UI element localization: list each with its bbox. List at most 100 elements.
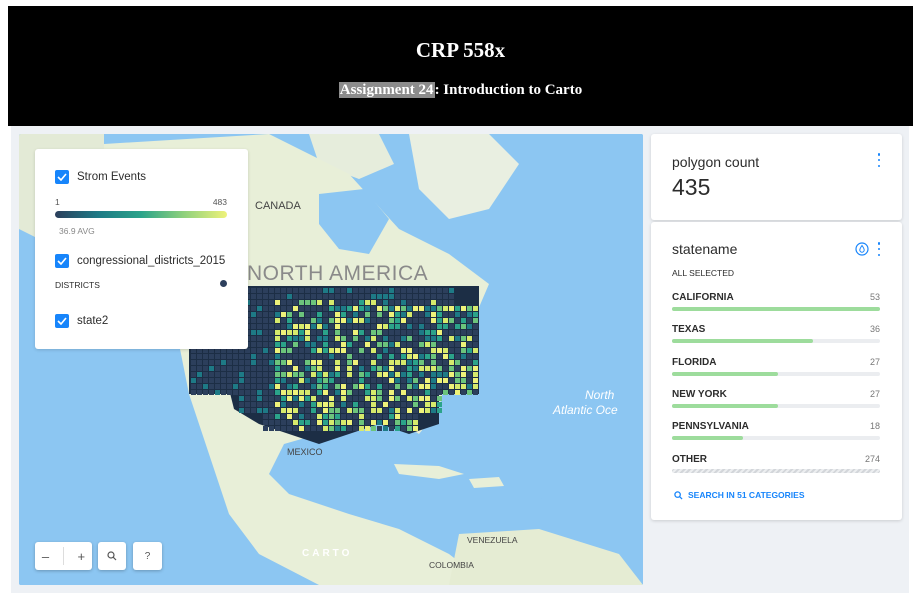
- grid-cell[interactable]: [251, 354, 256, 359]
- grid-cell[interactable]: [395, 402, 400, 407]
- grid-cell[interactable]: [263, 384, 268, 389]
- grid-cell[interactable]: [203, 372, 208, 377]
- grid-cell[interactable]: [257, 390, 262, 395]
- grid-cell[interactable]: [413, 384, 418, 389]
- grid-cell[interactable]: [419, 366, 424, 371]
- grid-cell[interactable]: [323, 312, 328, 317]
- grid-cell[interactable]: [419, 396, 424, 401]
- grid-cell[interactable]: [227, 366, 232, 371]
- grid-cell[interactable]: [437, 288, 442, 293]
- grid-cell[interactable]: [269, 396, 274, 401]
- grid-cell[interactable]: [263, 300, 268, 305]
- grid-cell[interactable]: [377, 348, 382, 353]
- grid-cell[interactable]: [383, 342, 388, 347]
- grid-cell[interactable]: [263, 408, 268, 413]
- grid-cell[interactable]: [449, 342, 454, 347]
- grid-cell[interactable]: [473, 348, 478, 353]
- grid-cell[interactable]: [281, 300, 286, 305]
- grid-cell[interactable]: [377, 324, 382, 329]
- grid-cell[interactable]: [251, 402, 256, 407]
- grid-cell[interactable]: [275, 426, 280, 431]
- grid-cell[interactable]: [281, 396, 286, 401]
- grid-cell[interactable]: [335, 294, 340, 299]
- grid-cell[interactable]: [287, 402, 292, 407]
- grid-cell[interactable]: [425, 378, 430, 383]
- grid-cell[interactable]: [431, 312, 436, 317]
- grid-cell[interactable]: [287, 324, 292, 329]
- checkbox-congressional-districts[interactable]: [55, 254, 69, 268]
- grid-cell[interactable]: [287, 330, 292, 335]
- grid-cell[interactable]: [395, 366, 400, 371]
- grid-cell[interactable]: [449, 366, 454, 371]
- grid-cell[interactable]: [257, 342, 262, 347]
- grid-cell[interactable]: [221, 384, 226, 389]
- grid-cell[interactable]: [437, 390, 442, 395]
- grid-cell[interactable]: [305, 378, 310, 383]
- grid-cell[interactable]: [353, 396, 358, 401]
- grid-cell[interactable]: [221, 354, 226, 359]
- grid-cell[interactable]: [383, 366, 388, 371]
- grid-cell[interactable]: [371, 318, 376, 323]
- grid-cell[interactable]: [413, 336, 418, 341]
- grid-cell[interactable]: [281, 366, 286, 371]
- grid-cell[interactable]: [443, 336, 448, 341]
- grid-cell[interactable]: [443, 324, 448, 329]
- grid-cell[interactable]: [263, 372, 268, 377]
- grid-cell[interactable]: [311, 288, 316, 293]
- grid-cell[interactable]: [467, 390, 472, 395]
- grid-cell[interactable]: [353, 300, 358, 305]
- grid-cell[interactable]: [377, 300, 382, 305]
- grid-cell[interactable]: [335, 384, 340, 389]
- grid-cell[interactable]: [317, 336, 322, 341]
- grid-cell[interactable]: [413, 318, 418, 323]
- grid-cell[interactable]: [413, 360, 418, 365]
- grid-cell[interactable]: [317, 426, 322, 431]
- grid-cell[interactable]: [329, 378, 334, 383]
- grid-cell[interactable]: [269, 360, 274, 365]
- grid-cell[interactable]: [263, 420, 268, 425]
- grid-cell[interactable]: [347, 390, 352, 395]
- grid-cell[interactable]: [437, 372, 442, 377]
- grid-cell[interactable]: [347, 414, 352, 419]
- grid-cell[interactable]: [299, 414, 304, 419]
- grid-cell[interactable]: [419, 390, 424, 395]
- grid-cell[interactable]: [431, 324, 436, 329]
- grid-cell[interactable]: [341, 420, 346, 425]
- grid-cell[interactable]: [461, 378, 466, 383]
- grid-cell[interactable]: [263, 414, 268, 419]
- grid-cell[interactable]: [395, 300, 400, 305]
- grid-cell[interactable]: [419, 402, 424, 407]
- grid-cell[interactable]: [275, 396, 280, 401]
- grid-cell[interactable]: [323, 402, 328, 407]
- grid-cell[interactable]: [347, 300, 352, 305]
- grid-cell[interactable]: [395, 336, 400, 341]
- grid-cell[interactable]: [425, 396, 430, 401]
- grid-cell[interactable]: [407, 336, 412, 341]
- grid-cell[interactable]: [371, 288, 376, 293]
- grid-cell[interactable]: [383, 306, 388, 311]
- grid-cell[interactable]: [287, 306, 292, 311]
- grid-cell[interactable]: [251, 378, 256, 383]
- grid-cell[interactable]: [359, 384, 364, 389]
- grid-cell[interactable]: [413, 300, 418, 305]
- grid-cell[interactable]: [293, 396, 298, 401]
- grid-cell[interactable]: [407, 396, 412, 401]
- grid-cell[interactable]: [215, 384, 220, 389]
- grid-cell[interactable]: [467, 348, 472, 353]
- grid-cell[interactable]: [335, 360, 340, 365]
- grid-cell[interactable]: [287, 318, 292, 323]
- grid-cell[interactable]: [317, 408, 322, 413]
- grid-cell[interactable]: [455, 318, 460, 323]
- zoom-in-button[interactable]: +: [78, 549, 86, 564]
- grid-cell[interactable]: [359, 324, 364, 329]
- grid-cell[interactable]: [431, 396, 436, 401]
- grid-cell[interactable]: [473, 360, 478, 365]
- grid-cell[interactable]: [197, 384, 202, 389]
- grid-cell[interactable]: [419, 378, 424, 383]
- grid-cell[interactable]: [329, 372, 334, 377]
- grid-cell[interactable]: [299, 324, 304, 329]
- grid-cell[interactable]: [383, 294, 388, 299]
- grid-cell[interactable]: [245, 378, 250, 383]
- grid-cell[interactable]: [341, 378, 346, 383]
- grid-cell[interactable]: [377, 396, 382, 401]
